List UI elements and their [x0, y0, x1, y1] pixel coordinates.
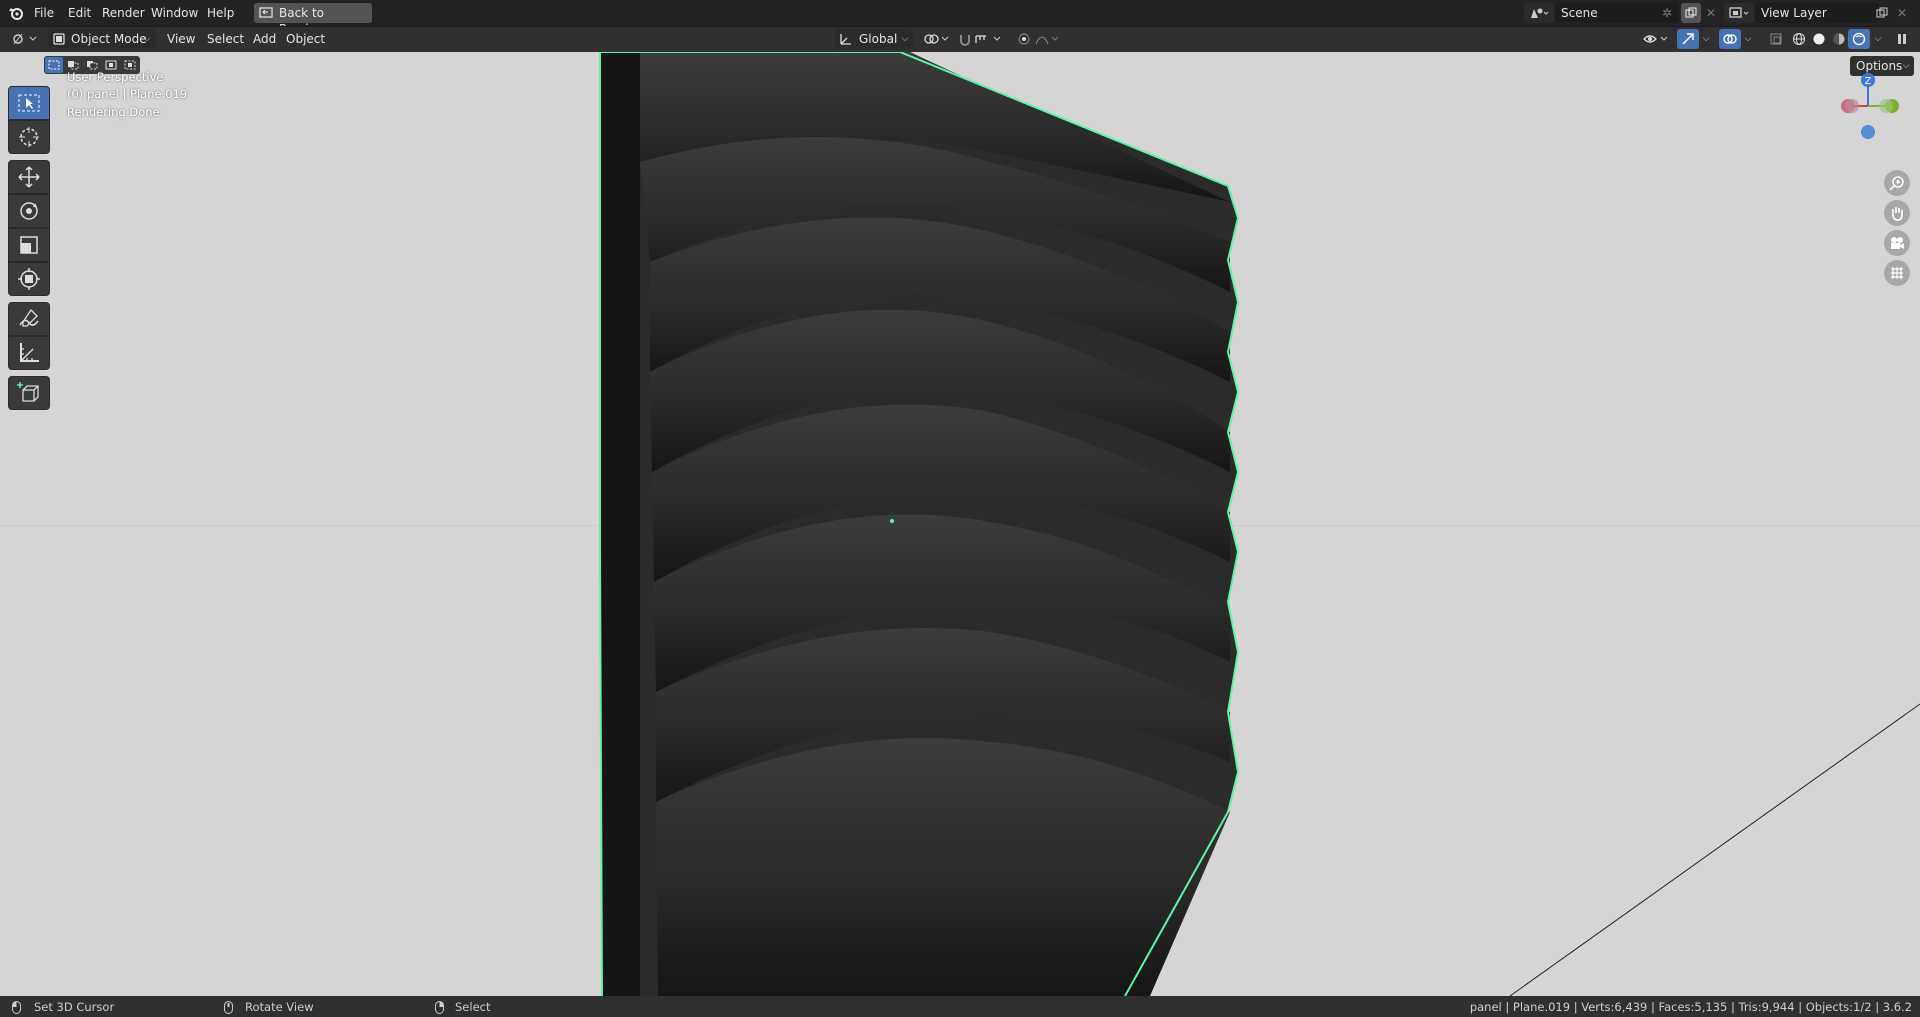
view-layer-copy-icon[interactable]	[1872, 3, 1892, 23]
zoom-icon	[1889, 175, 1905, 191]
header-menu-view[interactable]: View	[163, 30, 199, 48]
tool-move[interactable]	[8, 160, 50, 194]
mouse-right-icon	[433, 999, 445, 1015]
status-hint-middle: Rotate View	[245, 1000, 314, 1014]
header-menu-object[interactable]: Object	[282, 30, 329, 48]
status-hint-right: Select	[455, 1000, 491, 1014]
scale-icon	[17, 233, 41, 257]
object-info-label: (0) panel | Plane.019	[67, 87, 188, 101]
navigation-gizmo[interactable]: Z	[1830, 70, 1900, 140]
scene-field[interactable]: Scene ✲	[1555, 3, 1679, 23]
back-icon	[258, 5, 274, 21]
orientation-dropdown[interactable]: Global ⌵	[835, 29, 913, 49]
mouse-middle-icon	[222, 999, 234, 1015]
tool-rotate[interactable]	[8, 194, 50, 228]
floor-line	[1509, 703, 1920, 996]
camera-icon	[1889, 235, 1905, 251]
xray-icon[interactable]	[1766, 29, 1786, 49]
gizmo-z-label: Z	[1865, 76, 1872, 87]
scene-name: Scene	[1561, 6, 1598, 20]
pan-icon	[1889, 205, 1905, 221]
perspective-label: User Perspective	[67, 70, 164, 84]
orientation-label: Global	[859, 32, 898, 46]
object-mode-icon	[51, 31, 67, 47]
menu-help[interactable]: Help	[203, 4, 238, 22]
tool-select-box[interactable]	[8, 86, 50, 120]
grid-icon	[1889, 265, 1905, 281]
visibility-icon[interactable]	[1640, 29, 1674, 49]
overlay-icon[interactable]	[1719, 29, 1741, 49]
annotate-icon	[17, 307, 41, 331]
gizmo-icon[interactable]	[1677, 29, 1699, 49]
tool-scale[interactable]	[8, 228, 50, 262]
rendered-shading-icon[interactable]	[1848, 29, 1870, 49]
gizmo-dropdown-icon[interactable]: ⌵	[1699, 29, 1713, 49]
menu-window[interactable]: Window	[147, 4, 202, 22]
mode-dropdown[interactable]: Object Mode ⌵	[48, 29, 156, 49]
orientation-icon	[838, 31, 854, 47]
shading-dropdown-icon[interactable]: ⌵	[1871, 29, 1885, 49]
blender-logo[interactable]	[6, 4, 26, 22]
panel-object[interactable]	[590, 52, 1250, 996]
zoom-button[interactable]	[1884, 170, 1910, 196]
tool-transform[interactable]	[8, 262, 50, 296]
overlay-dropdown-icon[interactable]: ⌵	[1741, 29, 1755, 49]
top-bar: File Edit Render Window Help Back to Pre…	[0, 0, 1920, 36]
select-box-icon	[17, 93, 41, 113]
editor-type-icon[interactable]	[8, 29, 42, 49]
move-icon	[17, 165, 41, 189]
proportional-icon[interactable]	[1012, 29, 1064, 49]
header-menu-add[interactable]: Add	[249, 30, 280, 48]
transform-icon	[17, 267, 41, 291]
pin-icon[interactable]: ✲	[1659, 5, 1675, 21]
options-chevron-icon: ⌵	[1902, 61, 1910, 71]
menu-file[interactable]: File	[30, 4, 58, 22]
tool-cursor[interactable]	[8, 120, 50, 154]
wireframe-shading-icon[interactable]	[1789, 29, 1809, 49]
grid-button[interactable]	[1884, 260, 1910, 286]
view-layer-close-icon[interactable]: ✕	[1893, 3, 1911, 23]
sidebar-toggle-icon[interactable]	[1892, 29, 1912, 49]
status-bar: Set 3D Cursor Rotate View Select panel |…	[0, 996, 1920, 1017]
camera-button[interactable]	[1884, 230, 1910, 256]
pivot-icon[interactable]	[920, 29, 954, 49]
copy-icon[interactable]	[1681, 3, 1701, 23]
cursor-icon	[17, 125, 41, 149]
back-to-previous-button[interactable]: Back to Previous	[254, 3, 372, 36]
3d-viewport[interactable]: User Perspective (0) panel | Plane.019 R…	[0, 52, 1920, 996]
select-new-icon[interactable]	[45, 57, 63, 73]
orientation-chevron-icon: ⌵	[901, 34, 909, 44]
viewport-header: Object Mode ⌵ View Select Add Object Glo…	[0, 26, 1920, 52]
tool-measure[interactable]	[8, 336, 50, 370]
status-hint-left: Set 3D Cursor	[34, 1000, 115, 1014]
chevron-down-icon: ⌵	[143, 34, 151, 44]
view-layer-icon[interactable]	[1724, 3, 1754, 23]
view-layer-field[interactable]: View Layer	[1755, 3, 1879, 23]
material-shading-icon[interactable]	[1829, 29, 1849, 49]
scene-statistics: panel | Plane.019 | Verts:6,439 | Faces:…	[1469, 1000, 1912, 1014]
tool-annotate[interactable]	[8, 302, 50, 336]
solid-shading-icon[interactable]	[1809, 29, 1829, 49]
tool-add-cube[interactable]	[8, 376, 50, 410]
header-menu-select[interactable]: Select	[203, 30, 248, 48]
menu-render[interactable]: Render	[98, 4, 149, 22]
add-cube-icon	[17, 381, 41, 405]
mode-label: Object Mode	[71, 32, 147, 46]
pan-button[interactable]	[1884, 200, 1910, 226]
snap-icon[interactable]	[956, 29, 1008, 49]
scene-icon[interactable]	[1524, 3, 1554, 23]
render-status-label: Rendering Done	[67, 105, 160, 119]
mouse-icon	[10, 999, 22, 1015]
close-icon[interactable]: ✕	[1702, 3, 1720, 23]
measure-icon	[17, 341, 41, 365]
menu-edit[interactable]: Edit	[64, 4, 95, 22]
rotate-icon	[17, 199, 41, 223]
view-layer-name: View Layer	[1761, 6, 1827, 20]
